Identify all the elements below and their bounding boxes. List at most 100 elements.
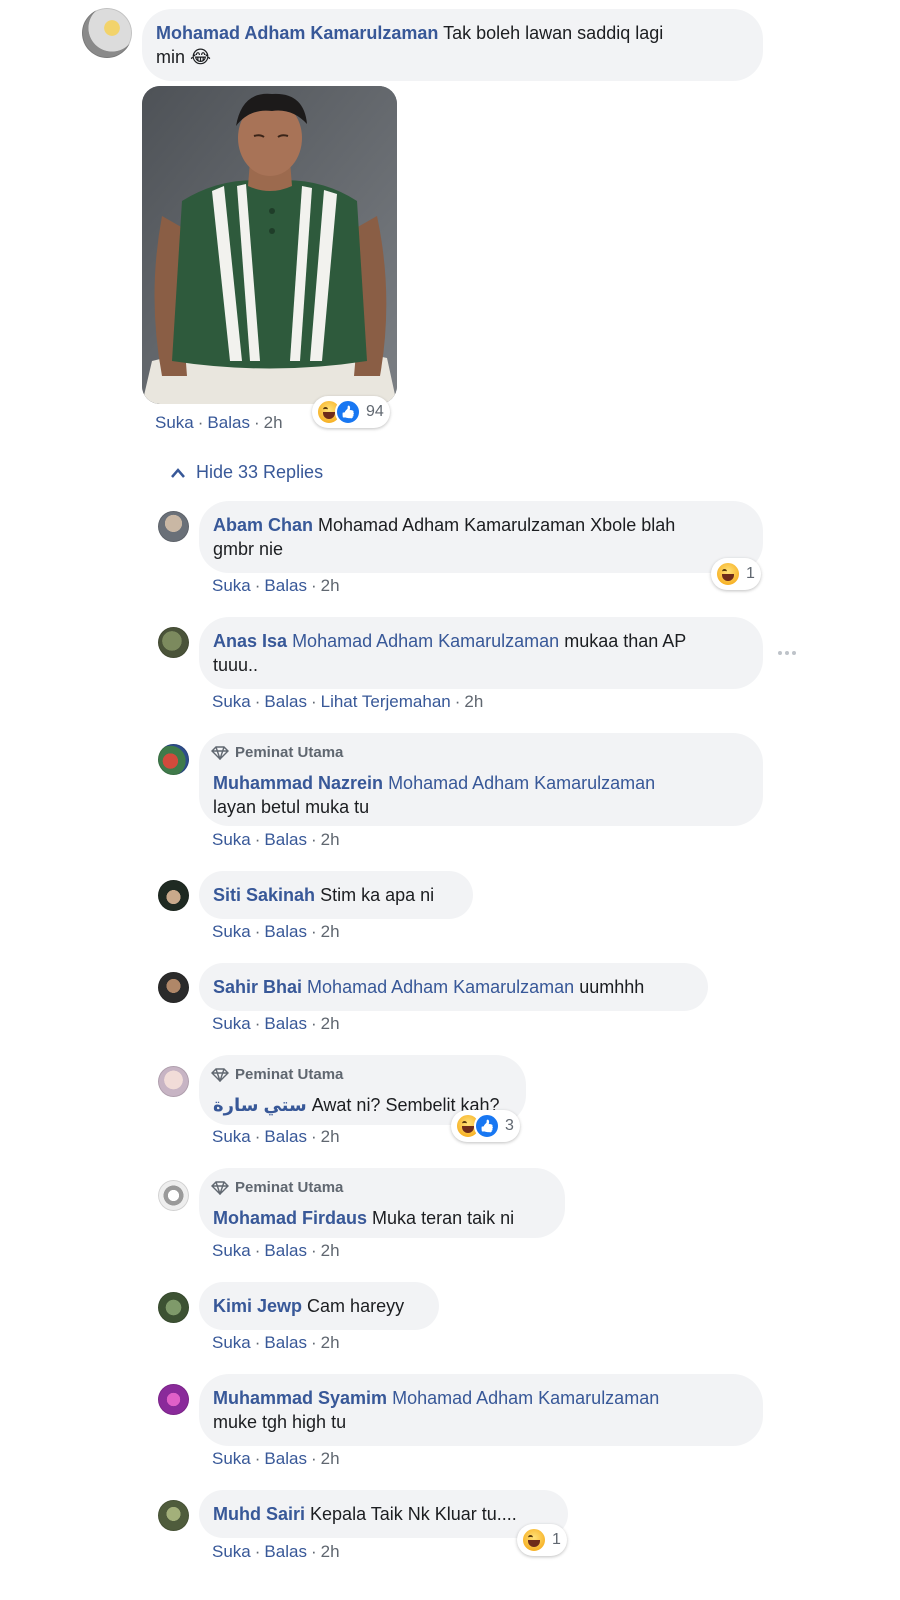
timestamp[interactable]: 2h — [464, 692, 483, 711]
haha-icon — [715, 561, 741, 587]
laughing-emoji: 😂 — [190, 47, 212, 67]
like-link[interactable]: Suka — [212, 692, 251, 711]
reply-author[interactable]: Sahir Bhai — [213, 977, 302, 997]
reply-text: muke tgh high tu — [213, 1412, 347, 1432]
like-link[interactable]: Suka — [212, 1241, 251, 1260]
chevron-up-icon — [171, 467, 185, 478]
timestamp[interactable]: 2h — [321, 1127, 340, 1146]
like-link[interactable]: Suka — [212, 1127, 251, 1146]
avatar[interactable] — [158, 511, 189, 542]
badge-label: Peminat Utama — [235, 1179, 344, 1196]
avatar[interactable] — [158, 1384, 189, 1415]
reply-link[interactable]: Balas — [264, 1333, 307, 1352]
reply-text: mukaa than AP — [564, 631, 687, 651]
reply-link[interactable]: Balas — [264, 1449, 307, 1468]
reaction-summary[interactable]: 1 — [711, 558, 761, 590]
reply-author[interactable]: Anas Isa — [213, 631, 287, 651]
avatar[interactable] — [158, 1500, 189, 1531]
avatar[interactable] — [158, 1066, 189, 1097]
timestamp[interactable]: 2h — [321, 1333, 340, 1352]
timestamp[interactable]: 2h — [321, 1241, 340, 1260]
reply-author[interactable]: Muhd Sairi — [213, 1504, 305, 1524]
like-icon — [474, 1113, 500, 1139]
like-link[interactable]: Suka — [212, 830, 251, 849]
reply-author[interactable]: Mohamad Firdaus — [213, 1208, 367, 1228]
reply-link[interactable]: Balas — [264, 1127, 307, 1146]
timestamp[interactable]: 2h — [321, 922, 340, 941]
top-fan-badge: Peminat Utama — [211, 1176, 551, 1200]
reply-actions: Suka · Balas · 2h — [212, 1014, 340, 1033]
reply-author[interactable]: Siti Sakinah — [213, 885, 315, 905]
reply-bubble: Muhd Sairi Kepala Taik Nk Kluar tu.... — [199, 1490, 568, 1538]
like-icon — [335, 399, 361, 425]
avatar[interactable] — [158, 1180, 189, 1211]
person-photo-illustration — [142, 86, 397, 404]
like-link[interactable]: Suka — [155, 413, 194, 432]
mention-tag[interactable]: Mohamad Adham Kamarulzaman — [307, 977, 574, 997]
like-link[interactable]: Suka — [212, 576, 251, 595]
mention-tag[interactable]: Mohamad Adham Kamarulzaman — [292, 631, 559, 651]
avatar[interactable] — [158, 880, 189, 911]
avatar[interactable] — [158, 744, 189, 775]
timestamp[interactable]: 2h — [321, 830, 340, 849]
reply-link[interactable]: Balas — [264, 692, 307, 711]
reply-author[interactable]: Muhammad Nazrein — [213, 773, 383, 793]
hide-replies-toggle[interactable]: Hide 33 Replies — [170, 462, 323, 483]
reply-actions: Suka · Balas · 2h — [212, 1542, 340, 1561]
avatar[interactable] — [158, 627, 189, 658]
reply-author[interactable]: ستي سارة — [213, 1095, 307, 1115]
diamond-icon — [211, 746, 229, 760]
reaction-summary[interactable]: 1 — [517, 1524, 567, 1556]
avatar[interactable] — [158, 1292, 189, 1323]
comment-photo[interactable] — [142, 86, 397, 404]
reaction-summary[interactable]: 3 — [451, 1110, 520, 1142]
reply-bubble: Abam Chan Mohamad Adham Kamarulzaman Xbo… — [199, 501, 763, 573]
reply-link[interactable]: Balas — [207, 413, 250, 432]
reply-link[interactable]: Balas — [264, 922, 307, 941]
like-link[interactable]: Suka — [212, 1542, 251, 1561]
reply-actions: Suka · Balas · 2h — [212, 1241, 340, 1260]
avatar[interactable] — [158, 972, 189, 1003]
reply-author[interactable]: Abam Chan — [213, 515, 313, 535]
reply-link[interactable]: Balas — [264, 1014, 307, 1033]
reply-actions: Suka · Balas · 2h — [212, 830, 340, 849]
reply-link[interactable]: Balas — [264, 576, 307, 595]
like-link[interactable]: Suka — [212, 922, 251, 941]
reply-bubble: Peminat Utama Muhammad Nazrein Mohamad A… — [199, 733, 763, 826]
reply-author[interactable]: Kimi Jewp — [213, 1296, 302, 1316]
reply-author[interactable]: Muhammad Syamim — [213, 1388, 387, 1408]
timestamp[interactable]: 2h — [321, 1449, 340, 1468]
like-link[interactable]: Suka — [212, 1333, 251, 1352]
mention-tag[interactable]: Mohamad Adham Kamarulzaman — [392, 1388, 659, 1408]
badge-label: Peminat Utama — [235, 744, 344, 761]
timestamp[interactable]: 2h — [321, 576, 340, 595]
timestamp[interactable]: 2h — [321, 1014, 340, 1033]
comment-text-line2: min — [156, 47, 186, 67]
top-fan-badge: Peminat Utama — [211, 741, 749, 765]
reply-text-line2: tuuu.. — [213, 655, 259, 675]
reply-link[interactable]: Balas — [264, 1241, 307, 1260]
like-link[interactable]: Suka — [212, 1449, 251, 1468]
reaction-count: 1 — [552, 1531, 561, 1548]
reaction-summary[interactable]: 94 — [312, 396, 390, 428]
reply-text: uumhhh — [579, 977, 645, 997]
reply-bubble: Siti Sakinah Stim ka apa ni — [199, 871, 473, 919]
reply-actions: Suka · Balas · 2h — [212, 922, 340, 941]
timestamp[interactable]: 2h — [321, 1542, 340, 1561]
avatar[interactable] — [82, 8, 132, 58]
reply-bubble: Muhammad Syamim Mohamad Adham Kamarulzam… — [199, 1374, 763, 1446]
reply-bubble: Anas Isa Mohamad Adham Kamarulzaman muka… — [199, 617, 763, 689]
reply-link[interactable]: Balas — [264, 830, 307, 849]
comment-text: Tak boleh lawan saddiq lagi — [443, 23, 664, 43]
reply-link[interactable]: Balas — [264, 1542, 307, 1561]
timestamp[interactable]: 2h — [264, 413, 283, 432]
see-translation-link[interactable]: Lihat Terjemahan — [321, 692, 451, 711]
comment-author[interactable]: Mohamad Adham Kamarulzaman — [156, 23, 438, 43]
reply-actions: Suka · Balas · 2h — [212, 1449, 340, 1468]
reply-text: Mohamad Adham Kamarulzaman Xbole blah — [318, 515, 676, 535]
more-options-icon[interactable] — [778, 651, 796, 655]
like-link[interactable]: Suka — [212, 1014, 251, 1033]
reply-text: Kepala Taik Nk Kluar tu.... — [310, 1504, 517, 1524]
mention-tag[interactable]: Mohamad Adham Kamarulzaman — [388, 773, 655, 793]
reply-text: Cam hareyy — [307, 1296, 405, 1316]
